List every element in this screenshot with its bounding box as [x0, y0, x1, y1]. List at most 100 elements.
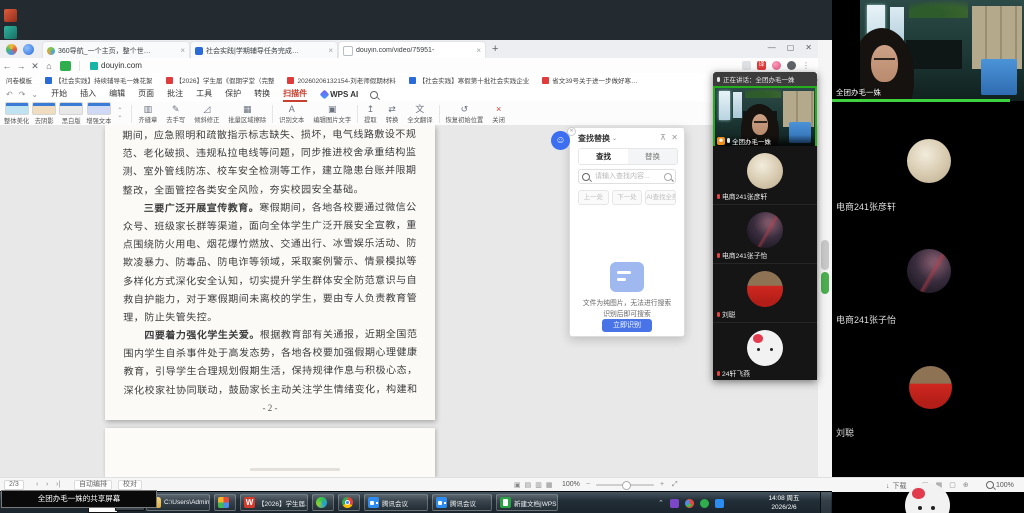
browser-tab[interactable]: douyin.com/video/75951-×: [338, 41, 486, 59]
view-icon-4[interactable]: ▦: [546, 481, 553, 489]
redo-icon[interactable]: ↷: [19, 90, 26, 99]
zoom-in-icon[interactable]: +: [660, 481, 664, 488]
chevron-down-icon[interactable]: ⌄: [612, 135, 617, 142]
browser-scrollbar[interactable]: [818, 40, 832, 477]
zoom-slider-knob[interactable]: [622, 481, 631, 490]
menu-item-转换[interactable]: 转换: [254, 87, 270, 102]
ribbon-button-提取[interactable]: ↥提取: [364, 104, 377, 124]
launcher-icon[interactable]: [60, 61, 71, 71]
ribbon-button-齐缝章[interactable]: ▥齐缝章: [138, 104, 157, 124]
taskbar-button-b360[interactable]: [312, 494, 334, 511]
tab-close-icon[interactable]: ×: [476, 47, 481, 55]
fit-page-icon[interactable]: ⤢: [672, 481, 678, 489]
assistant-close-icon[interactable]: ✕: [567, 127, 576, 136]
tray-meeting-icon[interactable]: [715, 499, 724, 508]
maximize-icon[interactable]: ▢: [787, 43, 795, 52]
stop-icon[interactable]: ✕: [28, 59, 42, 73]
ribbon-button-去手写[interactable]: ✎去手写: [166, 104, 185, 124]
ribbon-scroll-arrows[interactable]: ⌃⌄: [117, 109, 122, 119]
ribbon-thumb[interactable]: 黑白版: [59, 102, 83, 125]
find-input[interactable]: [593, 172, 661, 181]
zoom-slider[interactable]: [596, 484, 654, 486]
menu-item-工具[interactable]: 工具: [196, 87, 212, 102]
ribbon-thumb[interactable]: 整体美化: [4, 102, 29, 125]
new-tab-button[interactable]: +: [492, 43, 498, 55]
minimize-icon[interactable]: —: [768, 43, 776, 52]
menu-search-icon[interactable]: [370, 86, 378, 104]
home-icon[interactable]: ⌂: [42, 59, 56, 73]
close-icon[interactable]: ✕: [805, 43, 812, 52]
tray-360-icon[interactable]: [700, 499, 709, 508]
taskbar-button-chrome[interactable]: [338, 494, 360, 511]
search-settings-icon[interactable]: [664, 173, 672, 181]
ribbon-button-倾斜修正[interactable]: ◿倾斜修正: [194, 104, 219, 124]
view-icon-1[interactable]: ▣: [514, 481, 521, 489]
ribbon-button-恢复初始位置[interactable]: ↺恢复初始位置: [446, 104, 484, 124]
undo-icon[interactable]: ↶: [6, 90, 13, 99]
view-mode-icons[interactable]: ▣▤▥▦: [514, 481, 553, 489]
zoom-out-icon[interactable]: −: [586, 481, 590, 488]
browser-tab[interactable]: 社会实践|学期辅导任务完成…×: [190, 41, 338, 59]
document-page-next[interactable]: [105, 428, 435, 477]
find-tab-替换[interactable]: 替换: [628, 149, 677, 164]
translate-extension-icon[interactable]: 译: [757, 61, 766, 70]
plugin-pink-icon[interactable]: [772, 61, 781, 70]
download-button[interactable]: ↓下载: [886, 481, 907, 491]
tab-close-icon[interactable]: ×: [180, 47, 185, 55]
taskbar-clock[interactable]: 14:08 周五 2026/2/6: [760, 494, 808, 512]
participant-cell[interactable]: 电商241张子怡: [713, 205, 817, 264]
active-speaker-video[interactable]: ☻ 全团办毛一姝: [713, 86, 817, 148]
show-desktop-button[interactable]: [820, 492, 831, 513]
browser-logo-icon[interactable]: [6, 44, 17, 55]
chevron-down-icon[interactable]: ⌄: [31, 90, 38, 99]
ribbon-button-编辑图片文字[interactable]: ▣编辑图片文字: [313, 104, 351, 124]
status-button-校对[interactable]: 校对: [118, 480, 142, 490]
tray-expand-icon[interactable]: ⌃: [658, 499, 664, 507]
back-icon[interactable]: ←: [0, 59, 14, 73]
profile-avatar-icon[interactable]: [787, 61, 796, 70]
tray-colorful-icon[interactable]: [685, 499, 694, 508]
document-canvas[interactable]: 期间，应急照明和疏散指示标志缺失、损坏，电气线路敷设不规范、老化破损、违规私拉电…: [0, 125, 818, 477]
bookmark-item[interactable]: 省文39号关于进一步做好寒…: [542, 75, 637, 85]
app-logo-icon[interactable]: [23, 44, 34, 55]
next-page-icon[interactable]: ›: [46, 481, 48, 488]
menu-item-编辑[interactable]: 编辑: [109, 87, 125, 102]
taskbar-button-新建文档|WPS…[interactable]: 新建文档|WPS…: [496, 494, 558, 511]
browser-menu-icon[interactable]: ⋮: [802, 60, 810, 71]
forward-icon[interactable]: →: [14, 59, 28, 73]
status-button-自动编排[interactable]: 自动编排: [74, 480, 112, 490]
tab-close-icon[interactable]: ×: [328, 47, 333, 55]
taskbar-button-【2026】学生届...[interactable]: W【2026】学生届...: [240, 494, 308, 511]
wps-ai-menu[interactable]: WPS AI: [321, 90, 358, 99]
ribbon-thumb[interactable]: 增强文本: [86, 102, 111, 125]
ribbon-button-识别文本[interactable]: A识别文本: [279, 104, 304, 124]
bookmark-item[interactable]: 20260206132154-刘老师假期材料: [287, 75, 395, 85]
browser-zoom[interactable]: 100%: [986, 481, 1014, 489]
bookmark-item[interactable]: 问卷模板: [6, 75, 32, 85]
participant-cell[interactable]: 刘聪: [713, 264, 817, 323]
extension-icon[interactable]: [742, 61, 751, 70]
address-url[interactable]: douyin.com: [101, 61, 142, 70]
last-page-icon[interactable]: ›|: [56, 481, 60, 488]
browser-tab[interactable]: 360导航_一个主页，整个世…×: [42, 41, 190, 59]
ribbon-button-转换[interactable]: ⇄转换: [386, 104, 399, 124]
add-icon[interactable]: ⊕: [963, 481, 969, 489]
document-page[interactable]: 期间，应急照明和疏散指示标志缺失、损坏，电气线路敷设不规范、老化破损、违规私拉电…: [105, 125, 435, 420]
fullscreen-icon[interactable]: ▢: [949, 481, 956, 489]
menu-item-插入[interactable]: 插入: [80, 87, 96, 102]
menu-item-批注[interactable]: 批注: [167, 87, 183, 102]
view-icon-2[interactable]: ▤: [525, 481, 532, 489]
ribbon-thumb[interactable]: 去阴影: [32, 102, 56, 125]
bookmark-item[interactable]: 【2026】学生届《假期学堂（完整: [166, 75, 275, 85]
ribbon-button-批量区域擦除[interactable]: ▦批量区域擦除: [228, 104, 266, 124]
recognize-now-button[interactable]: 立即识别: [602, 319, 652, 332]
bookmark-item[interactable]: 【社会实践】寒假第十批社会实践企业: [409, 75, 530, 85]
desktop-shortcut-teal-icon[interactable]: [4, 26, 17, 39]
menu-item-扫描件[interactable]: 扫描件: [283, 87, 307, 102]
participant-cell[interactable]: 电商241张彦轩: [713, 146, 817, 205]
desktop-shortcut-red-icon[interactable]: [4, 9, 17, 22]
bookmark-item[interactable]: 【社会实践】持续辅导毛一姝花絮: [45, 75, 153, 85]
find-button-下一处[interactable]: 下一处: [612, 190, 643, 205]
taskbar-button-grid[interactable]: [214, 494, 236, 511]
tray-app-purple-icon[interactable]: [670, 499, 679, 508]
